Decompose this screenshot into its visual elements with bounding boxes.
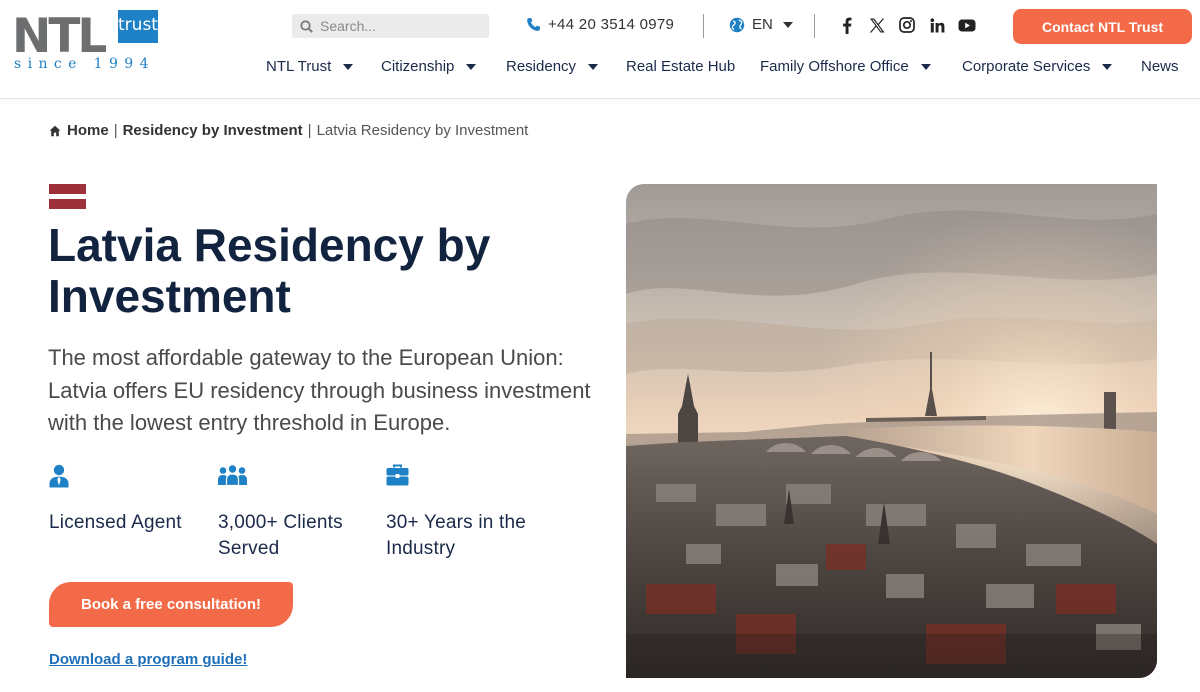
nav-item-label: Corporate Services (962, 58, 1091, 75)
ntl-trust-logo[interactable]: NTL trust since 1994 (12, 8, 158, 78)
clients-icon (218, 464, 368, 490)
download-guide-link[interactable]: Download a program guide! (49, 651, 247, 668)
feature-label: Licensed Agent (49, 512, 182, 533)
latvia-flag-icon (49, 184, 86, 209)
nav-item-news[interactable]: News (1141, 58, 1179, 75)
breadcrumb-home[interactable]: Home (67, 122, 109, 139)
linkedin-icon[interactable] (928, 16, 946, 34)
nav-item-real-estate-hub[interactable]: Real Estate Hub (626, 58, 735, 75)
youtube-icon[interactable] (958, 16, 976, 34)
nav-item-corporate-services[interactable]: Corporate Services (962, 58, 1113, 75)
breadcrumb-separator: | (113, 122, 118, 139)
nav-item-ntl-trust[interactable]: NTL Trust (266, 58, 354, 75)
phone-icon (527, 17, 541, 31)
facebook-icon[interactable] (838, 16, 856, 34)
breadcrumb-separator: | (307, 122, 312, 139)
phone-number: +44 20 3514 0979 (548, 16, 675, 33)
site-header: NTL trust since 1994 +44 20 3514 0979 EN (0, 0, 1200, 99)
nav-item-label: Family Offshore Office (760, 58, 909, 75)
book-consultation-button[interactable]: Book a free consultation! (49, 582, 293, 627)
header-divider (703, 14, 704, 38)
home-icon (49, 125, 61, 136)
search-box[interactable] (292, 14, 489, 38)
search-input[interactable] (320, 18, 480, 34)
briefcase-icon (386, 464, 536, 490)
feature-clients-served: 3,000+ Clients Served (218, 464, 368, 562)
hero-lead: The most affordable gateway to the Europ… (48, 345, 591, 435)
logo-letters: NTL (12, 9, 107, 64)
agent-icon (49, 464, 209, 490)
nav-item-label: Real Estate Hub (626, 58, 736, 75)
feature-label: 3,000+ Clients Served (218, 512, 343, 559)
nav-item-label: NTL Trust (266, 58, 332, 75)
logo-badge: trust (118, 10, 158, 43)
contact-button[interactable]: Contact NTL Trust (1013, 9, 1192, 44)
x-icon[interactable] (868, 16, 886, 34)
feature-years-in-industry: 30+ Years in the Industry (386, 464, 536, 562)
chevron-down-icon (343, 63, 354, 70)
nav-item-label: Residency (506, 58, 577, 75)
breadcrumb-current: Latvia Residency by Investment (316, 122, 529, 139)
feature-licensed-agent: Licensed Agent (49, 464, 209, 536)
language-code: EN (752, 16, 773, 33)
search-icon (300, 19, 313, 33)
feature-label: 30+ Years in the Industry (386, 512, 527, 559)
chevron-down-icon (466, 63, 477, 70)
instagram-icon[interactable] (898, 16, 916, 34)
breadcrumb-residency[interactable]: Residency by Investment (123, 122, 303, 139)
chevron-down-icon (782, 21, 793, 28)
globe-icon (729, 17, 745, 32)
chevron-down-icon (588, 63, 599, 70)
nav-item-family-offshore-office[interactable]: Family Offshore Office (760, 58, 931, 75)
logo-tagline: since 1994 (14, 56, 155, 72)
nav-item-residency[interactable]: Residency (506, 58, 599, 75)
chevron-down-icon (1102, 63, 1113, 70)
nav-item-citizenship[interactable]: Citizenship (381, 58, 477, 75)
page-title: Latvia Residency by Investment (48, 219, 491, 322)
nav-item-label: News (1141, 58, 1179, 75)
riga-city-photo (626, 184, 1157, 678)
social-links (838, 16, 988, 34)
nav-item-label: Citizenship (381, 58, 455, 75)
header-divider (814, 14, 815, 38)
language-selector[interactable]: EN (729, 16, 793, 33)
phone-link[interactable]: +44 20 3514 0979 (526, 16, 674, 33)
breadcrumb: Home | Residency by Investment | Latvia … (49, 122, 528, 139)
chevron-down-icon (920, 63, 931, 70)
